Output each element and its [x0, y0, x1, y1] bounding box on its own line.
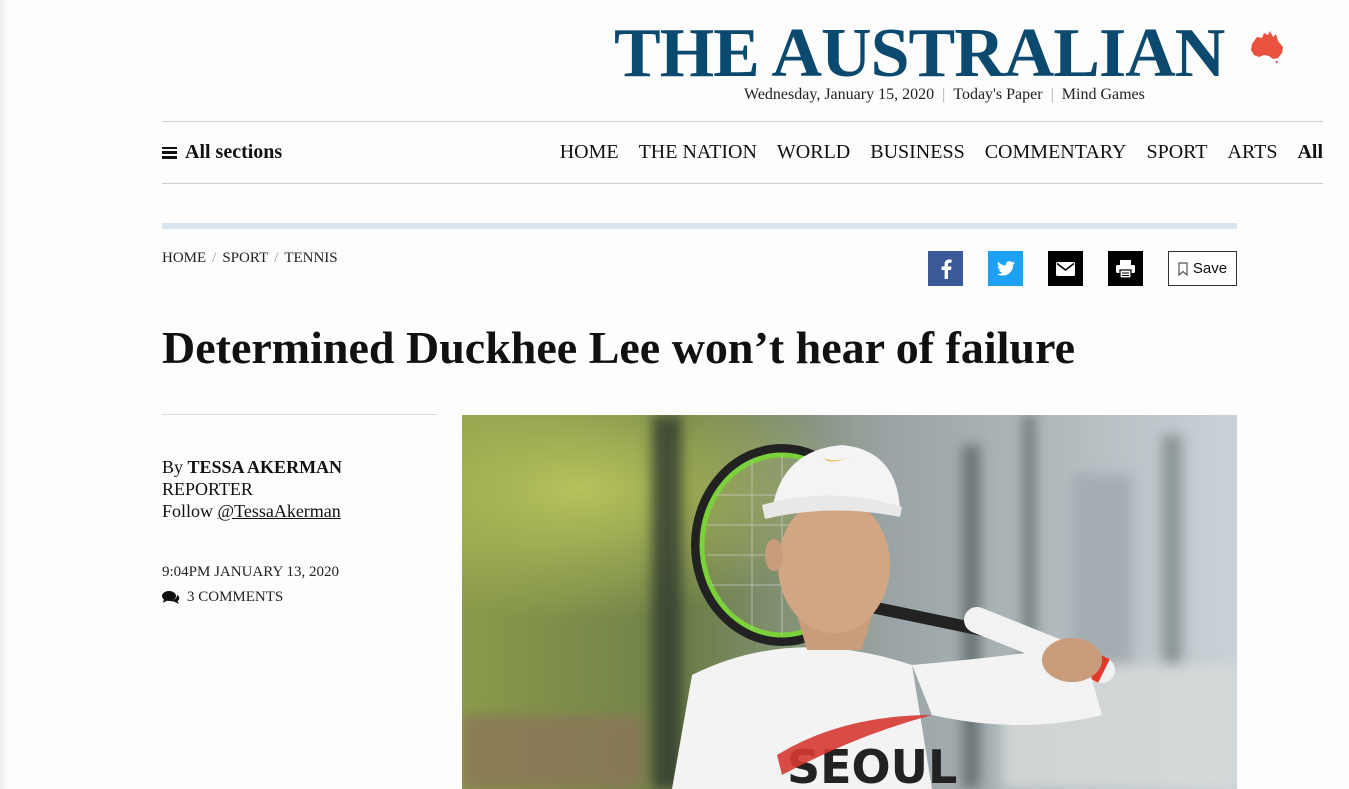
byline-prefix: By: [162, 457, 184, 477]
main-nav: All sections HOME THE NATION WORLD BUSIN…: [162, 121, 1323, 184]
share-email-button[interactable]: [1048, 251, 1083, 286]
all-sections-label: All sections: [185, 141, 283, 163]
follow-prefix: Follow: [162, 501, 214, 521]
breadcrumb-home[interactable]: HOME: [162, 250, 206, 266]
bookmark-icon: [1178, 261, 1188, 276]
site-logo[interactable]: THE AUSTRALIAN: [614, 14, 1225, 94]
nav-world[interactable]: WORLD: [777, 141, 850, 164]
save-article-button[interactable]: Save: [1168, 251, 1237, 286]
nav-arts[interactable]: ARTS: [1228, 141, 1278, 164]
tennis-player-photo: SEOUL: [462, 415, 1237, 789]
australia-map-icon: [1251, 31, 1283, 64]
page-edge-shade: [0, 0, 8, 789]
comments-icon: [162, 591, 180, 604]
share-twitter-button[interactable]: [988, 251, 1023, 286]
facebook-icon: [941, 259, 952, 279]
publish-timestamp: 9:04PM JANUARY 13, 2020: [162, 564, 339, 580]
author-twitter-link[interactable]: @TessaAkerman: [218, 501, 341, 521]
comments-count: 3 COMMENTS: [187, 589, 284, 605]
nav-all[interactable]: All: [1297, 141, 1323, 164]
email-icon: [1056, 261, 1075, 276]
breadcrumb-separator: /: [274, 250, 279, 266]
article-hero-photo[interactable]: SEOUL: [462, 415, 1237, 789]
nav-commentary[interactable]: COMMENTARY: [985, 141, 1127, 164]
nav-the-nation[interactable]: THE NATION: [639, 141, 757, 164]
divider: |: [942, 86, 946, 103]
breadcrumb: HOME / SPORT / TENNIS: [162, 250, 338, 267]
breadcrumb-sport[interactable]: SPORT: [222, 250, 268, 266]
print-icon: [1116, 259, 1135, 278]
todays-paper-link[interactable]: Today's Paper: [953, 86, 1042, 103]
nav-home[interactable]: HOME: [560, 141, 619, 164]
current-date: Wednesday, January 15, 2020: [744, 86, 935, 103]
save-label: Save: [1192, 260, 1228, 277]
author-role: REPORTER: [162, 479, 253, 499]
dateline: Wednesday, January 15, 2020 | Today's Pape…: [744, 86, 1145, 104]
page-container: THE AUSTRALIAN Wednesday, January 15, 20…: [162, 0, 1323, 789]
article-headline: Determined Duckhee Lee won’t hear of fai…: [162, 322, 1076, 373]
breadcrumb-separator: /: [212, 250, 217, 266]
hamburger-menu-icon: [162, 146, 177, 159]
section-accent-rule: [162, 223, 1237, 229]
share-facebook-button[interactable]: [928, 251, 963, 286]
divider: |: [1050, 86, 1054, 103]
nav-business[interactable]: BUSINESS: [870, 141, 964, 164]
breadcrumb-tennis[interactable]: TENNIS: [284, 250, 337, 266]
twitter-icon: [996, 261, 1015, 276]
byline: By TESSA AKERMAN REPORTER Follow @TessaA…: [162, 456, 342, 522]
follow-line: Follow @TessaAkerman: [162, 500, 342, 522]
author-name[interactable]: TESSA AKERMAN: [188, 457, 343, 477]
meta-divider: [162, 414, 437, 415]
all-sections-button[interactable]: All sections: [162, 141, 282, 164]
mind-games-link[interactable]: Mind Games: [1062, 86, 1145, 103]
print-button[interactable]: [1108, 251, 1143, 286]
comments-link[interactable]: 3 COMMENTS: [162, 589, 283, 606]
nav-links: HOME THE NATION WORLD BUSINESS COMMENTAR…: [540, 141, 1323, 164]
masthead: THE AUSTRALIAN Wednesday, January 15, 20…: [162, 0, 1322, 120]
nav-sport[interactable]: SPORT: [1146, 141, 1207, 164]
